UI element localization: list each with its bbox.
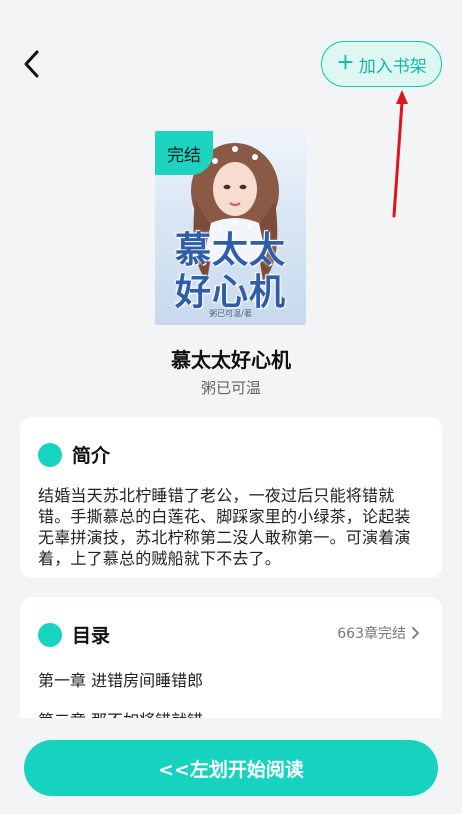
intro-header: 简介 (38, 441, 110, 468)
back-button[interactable] (14, 44, 50, 84)
book-title: 慕太太好心机 (171, 348, 291, 372)
book-author[interactable]: 粥已可温 (0, 377, 462, 398)
intro-card: 简介 结婚当天苏北柠睡错了老公，一夜过后只能将错就错。手撕慕总的白莲花、脚踩家里… (20, 417, 442, 578)
toc-status-link[interactable]: 663章完结 (337, 623, 420, 643)
add-to-shelf-label: 加入书架 (358, 56, 427, 77)
chevron-right-icon (412, 627, 419, 639)
toc-status-text: 663章完结 (337, 626, 406, 642)
chevron-left-icon (24, 50, 39, 78)
add-to-shelf-button[interactable]: + 加入书架 (321, 41, 442, 87)
start-reading-button[interactable]: <<左划开始阅读 (24, 740, 438, 796)
intro-heading: 简介 (72, 445, 111, 467)
cover-author: 粥已可温/著 (209, 309, 252, 318)
toc-heading: 目录 (72, 625, 111, 647)
toc-header: 目录 (38, 621, 110, 648)
chapter-item[interactable]: 第一章 进错房间睡错郎 (38, 667, 203, 691)
book-detail-page: + 加入书架 完结 慕太太好心机 粥已可温/著 慕太太好心机 粥已可温 简介 结… (0, 0, 462, 814)
completed-badge: 完结 (155, 131, 213, 175)
book-cover[interactable]: 完结 慕太太好心机 粥已可温/著 (155, 131, 306, 325)
intro-text: 结婚当天苏北柠睡错了老公，一夜过后只能将错就错。手撕慕总的白莲花、脚踩家里的小绿… (38, 486, 411, 568)
toc-dot-icon (38, 622, 62, 647)
annotation-arrow-icon (392, 90, 408, 218)
cover-title: 慕太太好心机 (174, 229, 286, 313)
intro-dot-icon (38, 442, 62, 467)
plus-icon: + (336, 50, 355, 75)
